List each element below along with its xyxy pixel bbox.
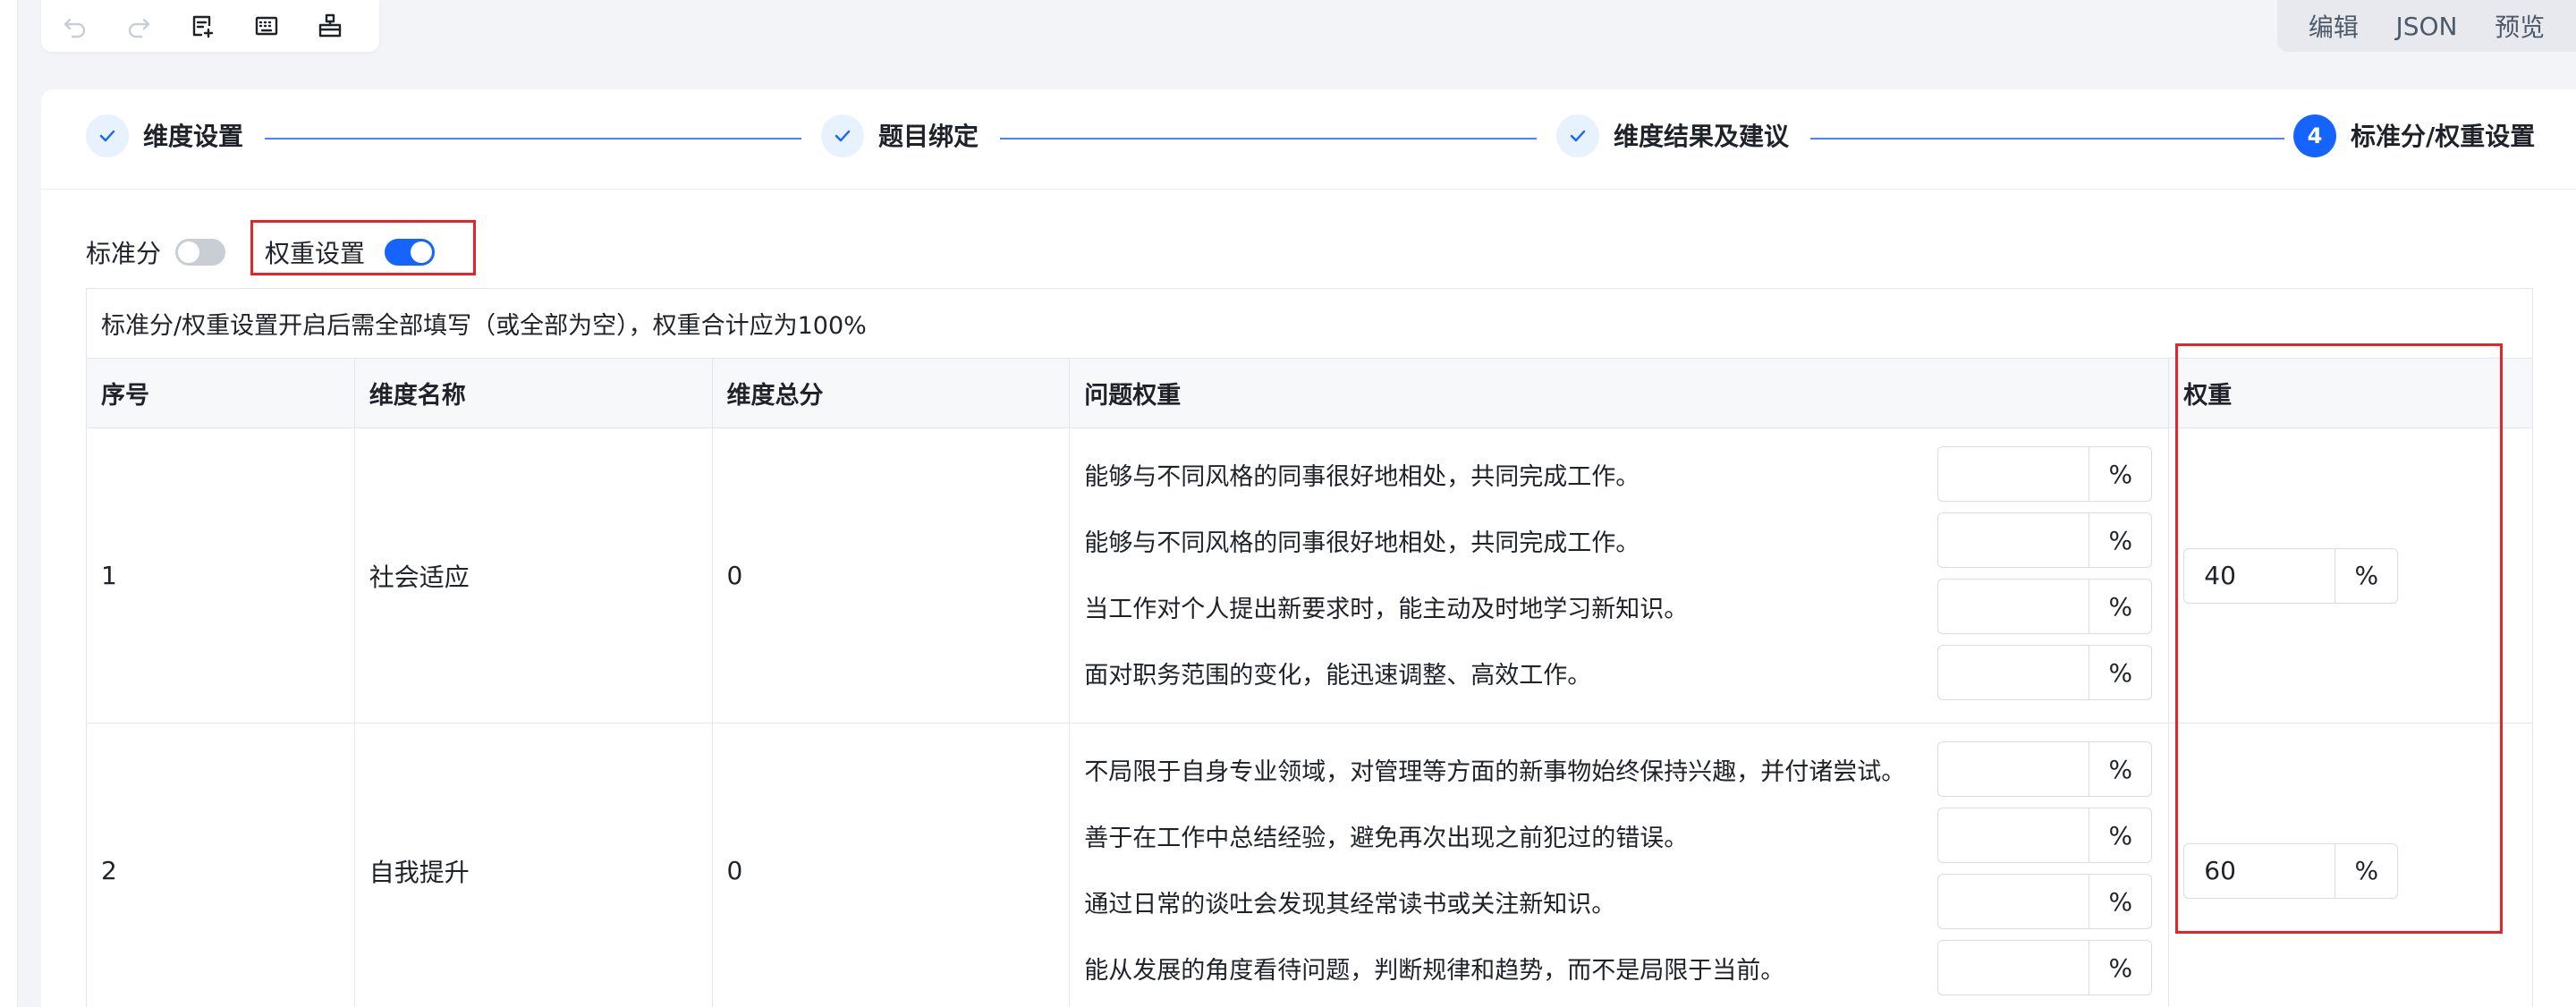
dimension-total: 0 — [713, 428, 1071, 723]
question-text: 能够与不同风格的同事很好地相处，共同完成工作。 — [1084, 529, 1640, 557]
question-text: 善于在工作中总结经验，避免再次出现之前犯过的错误。 — [1084, 824, 1689, 852]
question-text: 能够与不同风格的同事很好地相处，共同完成工作。 — [1084, 462, 1640, 491]
header-dimension-total: 维度总分 — [713, 359, 1071, 427]
question-weight-input[interactable]: % — [1937, 874, 2153, 929]
row-index: 2 — [87, 724, 355, 1007]
add-doc-button[interactable] — [188, 0, 251, 52]
question-weight-input[interactable]: % — [1937, 645, 2153, 700]
percent-unit: % — [2089, 513, 2151, 567]
percent-unit: % — [2089, 941, 2151, 994]
editor-toolbar — [41, 0, 379, 52]
question-weight-list: 能够与不同风格的同事很好地相处，共同完成工作。 % 能够与不同风格的同事很好地相… — [1070, 428, 2170, 723]
question-text: 面对职务范围的变化，能迅速调整、高效工作。 — [1084, 661, 1592, 690]
step-connector — [1810, 138, 2284, 140]
question-item: 能够与不同风格的同事很好地相处，共同完成工作。 % — [1084, 507, 2168, 573]
input-value[interactable] — [1938, 941, 2089, 994]
step-4-label[interactable]: 标准分/权重设置 — [2351, 122, 2535, 152]
percent-unit: % — [2089, 580, 2151, 633]
standard-score-toggle-row: 标准分 — [86, 224, 226, 281]
input-value[interactable] — [1938, 447, 2089, 501]
keyboard-icon — [255, 16, 277, 36]
input-value[interactable] — [1938, 646, 2089, 699]
table-notice: 标准分/权重设置开启后需全部填写（或全部为空），权重合计应为100% — [87, 289, 2532, 359]
switch-knob — [178, 241, 200, 263]
switch-knob — [411, 241, 433, 263]
weight-toggle-row: 权重设置 — [265, 224, 436, 281]
row-index: 1 — [87, 428, 355, 723]
question-weight-input[interactable]: % — [1937, 808, 2153, 863]
input-value[interactable] — [1938, 580, 2089, 633]
dimension-name: 社会适应 — [355, 428, 713, 723]
question-weight-input[interactable]: % — [1937, 512, 2153, 568]
percent-unit: % — [2089, 808, 2151, 862]
percent-unit: % — [2089, 742, 2151, 796]
weight-setting-switch[interactable] — [385, 239, 436, 266]
question-weight-list: 不局限于自身专业领域，对管理等方面的新事物始终保持兴趣，并付诸尝试。 % 善于在… — [1070, 724, 2170, 1007]
dimension-total: 0 — [713, 724, 1071, 1007]
weight-table: 标准分/权重设置开启后需全部填写（或全部为空），权重合计应为100% 序号 维度… — [86, 288, 2533, 1007]
step-connector — [1000, 138, 1537, 140]
undo-button[interactable] — [61, 0, 124, 52]
question-text: 当工作对个人提出新要求时，能主动及时地学习新知识。 — [1084, 595, 1689, 623]
mode-preview-tab[interactable]: 预览 — [2495, 8, 2545, 44]
header-index: 序号 — [87, 359, 355, 427]
question-item: 善于在工作中总结经验，避免再次出现之前犯过的错误。 % — [1084, 802, 2168, 868]
question-weight-input[interactable]: % — [1937, 741, 2153, 797]
question-item: 能从发展的角度看待问题，判断规律和趋势，而不是局限于当前。 % — [1084, 935, 2168, 1001]
step-1-check[interactable] — [86, 114, 129, 157]
input-value[interactable] — [1938, 808, 2089, 862]
question-item: 通过日常的谈吐会发现其经常读书或关注新知识。 % — [1084, 868, 2168, 935]
input-value[interactable] — [1938, 742, 2089, 796]
weight-setting-label: 权重设置 — [265, 239, 366, 268]
check-icon — [1570, 130, 1586, 142]
standard-score-label: 标准分 — [86, 239, 162, 268]
view-mode-switch: 编辑 JSON 预览 — [2277, 0, 2576, 52]
step-4-number[interactable]: 4 — [2293, 114, 2336, 157]
question-item: 不局限于自身专业领域，对管理等方面的新事物始终保持兴趣，并付诸尝试。 % — [1084, 736, 2168, 802]
step-2-label[interactable]: 题目绑定 — [878, 122, 979, 152]
table-row: 2 自我提升 0 不局限于自身专业领域，对管理等方面的新事物始终保持兴趣，并付诸… — [87, 724, 2532, 1007]
question-text: 能从发展的角度看待问题，判断规律和趋势，而不是局限于当前。 — [1084, 956, 1785, 985]
question-weight-input[interactable]: % — [1937, 579, 2153, 634]
step-connector — [265, 138, 801, 140]
keyboard-button[interactable] — [252, 0, 316, 52]
hierarchy-icon — [318, 13, 342, 38]
question-item: 面对职务范围的变化，能迅速调整、高效工作。 % — [1084, 639, 2168, 706]
mode-edit-tab[interactable]: 编辑 — [2309, 8, 2359, 44]
percent-unit: % — [2089, 447, 2151, 501]
hierarchy-button[interactable] — [316, 0, 379, 52]
mode-json-tab[interactable]: JSON — [2395, 12, 2457, 41]
input-value[interactable] — [1938, 513, 2089, 567]
stepper: 维度设置 题目绑定 维度结果及建议 4 标准分/权重设置 — [41, 89, 2576, 190]
step-2-check[interactable] — [821, 114, 864, 157]
left-sidebar-strip — [0, 0, 18, 1007]
add-doc-icon — [193, 15, 214, 38]
table-header: 序号 维度名称 维度总分 问题权重 权重 — [87, 359, 2532, 428]
undo-icon — [64, 18, 86, 38]
redo-icon — [129, 18, 150, 38]
table-row: 1 社会适应 0 能够与不同风格的同事很好地相处，共同完成工作。 % 能够与不同… — [87, 428, 2532, 724]
header-question-weight: 问题权重 — [1070, 359, 2170, 427]
question-weight-input[interactable]: % — [1937, 446, 2153, 502]
redo-button[interactable] — [124, 0, 188, 52]
step-1-label[interactable]: 维度设置 — [143, 122, 243, 152]
percent-unit: % — [2089, 875, 2151, 928]
check-icon — [99, 130, 115, 142]
step-3-check[interactable] — [1556, 114, 1599, 157]
question-text: 通过日常的谈吐会发现其经常读书或关注新知识。 — [1084, 890, 1616, 918]
header-dimension-name: 维度名称 — [355, 359, 713, 427]
dimension-name: 自我提升 — [355, 724, 713, 1007]
step-3-label[interactable]: 维度结果及建议 — [1614, 122, 1789, 152]
question-item: 当工作对个人提出新要求时，能主动及时地学习新知识。 % — [1084, 573, 2168, 639]
input-value[interactable] — [1938, 875, 2089, 928]
weight-column-highlight — [2175, 343, 2503, 934]
standard-score-switch[interactable] — [175, 239, 226, 266]
question-weight-input[interactable]: % — [1937, 940, 2153, 995]
question-text: 不局限于自身专业领域，对管理等方面的新事物始终保持兴趣，并付诸尝试。 — [1084, 757, 1906, 786]
percent-unit: % — [2089, 646, 2151, 699]
check-icon — [835, 130, 851, 142]
question-item: 能够与不同风格的同事很好地相处，共同完成工作。 % — [1084, 441, 2168, 507]
